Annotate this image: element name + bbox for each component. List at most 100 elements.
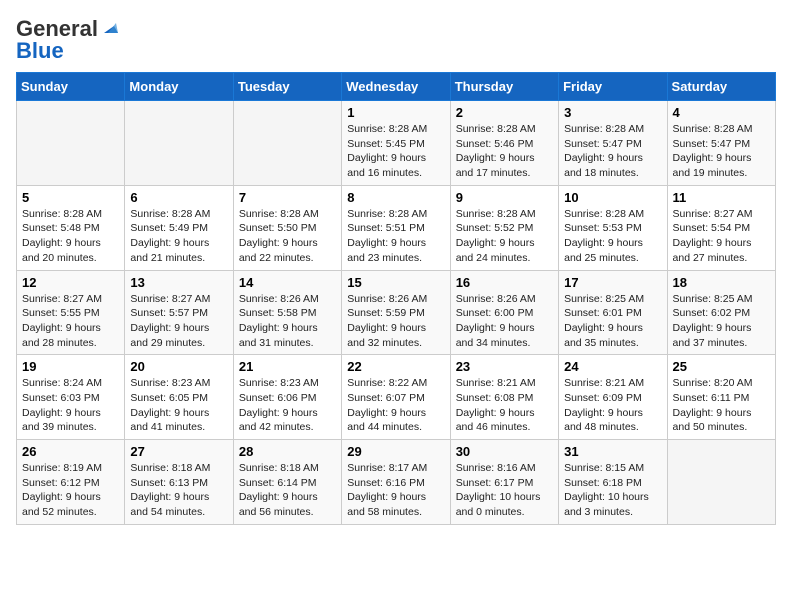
calendar-cell: 30Sunrise: 8:16 AMSunset: 6:17 PMDayligh… bbox=[450, 440, 558, 525]
day-of-week-header: Monday bbox=[125, 73, 233, 101]
day-number: 16 bbox=[456, 275, 553, 290]
calendar-cell bbox=[125, 101, 233, 186]
day-info: Sunrise: 8:28 AMSunset: 5:53 PMDaylight:… bbox=[564, 207, 661, 266]
calendar-cell: 16 Sunrise: 8:26 AMSunset: 6:00 PMDayligh… bbox=[450, 270, 558, 355]
day-info: Sunrise: 8:26 AMSunset: 5:58 PMDaylight:… bbox=[239, 292, 336, 351]
calendar-cell: 22 Sunrise: 8:22 AMSunset: 6:07 PMDayligh… bbox=[342, 355, 450, 440]
day-number: 11 bbox=[673, 190, 770, 205]
day-number: 3 bbox=[564, 105, 661, 120]
day-info: Sunrise: 8:23 AMSunset: 6:06 PMDaylight:… bbox=[239, 376, 336, 435]
calendar-cell: 25Sunrise: 8:20 AMSunset: 6:11 PMDayligh… bbox=[667, 355, 775, 440]
day-info: Sunrise: 8:28 AMSunset: 5:47 PMDaylight:… bbox=[564, 122, 661, 181]
day-info: Sunrise: 8:26 AMSunset: 6:00 PMDaylight:… bbox=[456, 292, 553, 351]
day-number: 7 bbox=[239, 190, 336, 205]
calendar-cell: 10 Sunrise: 8:28 AMSunset: 5:53 PMDayligh… bbox=[559, 185, 667, 270]
day-info: Sunrise: 8:21 AMSunset: 6:08 PMDaylight:… bbox=[456, 376, 553, 435]
day-info: Sunrise: 8:28 AMSunset: 5:48 PMDaylight:… bbox=[22, 207, 119, 266]
day-info: Sunrise: 8:28 AMSunset: 5:50 PMDaylight:… bbox=[239, 207, 336, 266]
day-info: Sunrise: 8:22 AMSunset: 6:07 PMDaylight:… bbox=[347, 376, 444, 435]
day-info: Sunrise: 8:25 AMSunset: 6:01 PMDaylight:… bbox=[564, 292, 661, 351]
calendar-cell: 20 Sunrise: 8:23 AMSunset: 6:05 PMDayligh… bbox=[125, 355, 233, 440]
day-info: Sunrise: 8:28 AMSunset: 5:46 PMDaylight:… bbox=[456, 122, 553, 181]
calendar-cell: 19 Sunrise: 8:24 AMSunset: 6:03 PMDayligh… bbox=[17, 355, 125, 440]
day-of-week-header: Saturday bbox=[667, 73, 775, 101]
day-info: Sunrise: 8:28 AMSunset: 5:49 PMDaylight:… bbox=[130, 207, 227, 266]
day-number: 10 bbox=[564, 190, 661, 205]
calendar-week-row: 1 Sunrise: 8:28 AMSunset: 5:45 PMDaylight… bbox=[17, 101, 776, 186]
day-number: 18 bbox=[673, 275, 770, 290]
day-info: Sunrise: 8:23 AMSunset: 6:05 PMDaylight:… bbox=[130, 376, 227, 435]
day-number: 14 bbox=[239, 275, 336, 290]
calendar-cell: 15 Sunrise: 8:26 AMSunset: 5:59 PMDayligh… bbox=[342, 270, 450, 355]
day-info: Sunrise: 8:28 AMSunset: 5:45 PMDaylight:… bbox=[347, 122, 444, 181]
calendar-cell: 14 Sunrise: 8:26 AMSunset: 5:58 PMDayligh… bbox=[233, 270, 341, 355]
calendar-cell: 13Sunrise: 8:27 AMSunset: 5:57 PMDayligh… bbox=[125, 270, 233, 355]
day-number: 23 bbox=[456, 359, 553, 374]
calendar-cell: 29 Sunrise: 8:17 AMSunset: 6:16 PMDayligh… bbox=[342, 440, 450, 525]
calendar-week-row: 26 Sunrise: 8:19 AMSunset: 6:12 PMDayligh… bbox=[17, 440, 776, 525]
day-info: Sunrise: 8:24 AMSunset: 6:03 PMDaylight:… bbox=[22, 376, 119, 435]
calendar-cell: 17 Sunrise: 8:25 AMSunset: 6:01 PMDayligh… bbox=[559, 270, 667, 355]
calendar-cell: 27 Sunrise: 8:18 AMSunset: 6:13 PMDayligh… bbox=[125, 440, 233, 525]
calendar-header: SundayMondayTuesdayWednesdayThursdayFrid… bbox=[17, 73, 776, 101]
day-number: 2 bbox=[456, 105, 553, 120]
day-number: 5 bbox=[22, 190, 119, 205]
calendar-cell: 7 Sunrise: 8:28 AMSunset: 5:50 PMDaylight… bbox=[233, 185, 341, 270]
day-info: Sunrise: 8:28 AMSunset: 5:52 PMDaylight:… bbox=[456, 207, 553, 266]
calendar-cell bbox=[17, 101, 125, 186]
calendar-cell: 3 Sunrise: 8:28 AMSunset: 5:47 PMDaylight… bbox=[559, 101, 667, 186]
day-info: Sunrise: 8:18 AMSunset: 6:13 PMDaylight:… bbox=[130, 461, 227, 520]
day-info: Sunrise: 8:18 AMSunset: 6:14 PMDaylight:… bbox=[239, 461, 336, 520]
day-info: Sunrise: 8:21 AMSunset: 6:09 PMDaylight:… bbox=[564, 376, 661, 435]
day-info: Sunrise: 8:19 AMSunset: 6:12 PMDaylight:… bbox=[22, 461, 119, 520]
day-info: Sunrise: 8:17 AMSunset: 6:16 PMDaylight:… bbox=[347, 461, 444, 520]
calendar-week-row: 5 Sunrise: 8:28 AMSunset: 5:48 PMDaylight… bbox=[17, 185, 776, 270]
day-number: 29 bbox=[347, 444, 444, 459]
day-number: 21 bbox=[239, 359, 336, 374]
calendar-cell: 6 Sunrise: 8:28 AMSunset: 5:49 PMDaylight… bbox=[125, 185, 233, 270]
calendar-cell: 4 Sunrise: 8:28 AMSunset: 5:47 PMDaylight… bbox=[667, 101, 775, 186]
calendar-cell: 31 Sunrise: 8:15 AMSunset: 6:18 PMDayligh… bbox=[559, 440, 667, 525]
calendar-cell: 8Sunrise: 8:28 AMSunset: 5:51 PMDaylight… bbox=[342, 185, 450, 270]
page-header: General Blue bbox=[16, 16, 776, 64]
logo-blue: Blue bbox=[16, 38, 64, 64]
day-info: Sunrise: 8:26 AMSunset: 5:59 PMDaylight:… bbox=[347, 292, 444, 351]
calendar-cell: 23 Sunrise: 8:21 AMSunset: 6:08 PMDayligh… bbox=[450, 355, 558, 440]
calendar-week-row: 19 Sunrise: 8:24 AMSunset: 6:03 PMDayligh… bbox=[17, 355, 776, 440]
calendar-cell: 12Sunrise: 8:27 AMSunset: 5:55 PMDayligh… bbox=[17, 270, 125, 355]
calendar-cell bbox=[233, 101, 341, 186]
day-of-week-header: Friday bbox=[559, 73, 667, 101]
day-number: 1 bbox=[347, 105, 444, 120]
day-info: Sunrise: 8:15 AMSunset: 6:18 PMDaylight:… bbox=[564, 461, 661, 520]
calendar-cell: 26 Sunrise: 8:19 AMSunset: 6:12 PMDayligh… bbox=[17, 440, 125, 525]
day-info: Sunrise: 8:28 AMSunset: 5:51 PMDaylight:… bbox=[347, 207, 444, 266]
day-info: Sunrise: 8:28 AMSunset: 5:47 PMDaylight:… bbox=[673, 122, 770, 181]
day-info: Sunrise: 8:25 AMSunset: 6:02 PMDaylight:… bbox=[673, 292, 770, 351]
days-header-row: SundayMondayTuesdayWednesdayThursdayFrid… bbox=[17, 73, 776, 101]
day-number: 28 bbox=[239, 444, 336, 459]
day-number: 26 bbox=[22, 444, 119, 459]
calendar-cell: 18 Sunrise: 8:25 AMSunset: 6:02 PMDayligh… bbox=[667, 270, 775, 355]
calendar-cell: 5 Sunrise: 8:28 AMSunset: 5:48 PMDaylight… bbox=[17, 185, 125, 270]
day-info: Sunrise: 8:20 AMSunset: 6:11 PMDaylight:… bbox=[673, 376, 770, 435]
day-number: 20 bbox=[130, 359, 227, 374]
calendar-cell bbox=[667, 440, 775, 525]
day-number: 15 bbox=[347, 275, 444, 290]
day-number: 6 bbox=[130, 190, 227, 205]
day-number: 22 bbox=[347, 359, 444, 374]
day-number: 4 bbox=[673, 105, 770, 120]
day-info: Sunrise: 8:27 AMSunset: 5:57 PMDaylight:… bbox=[130, 292, 227, 351]
day-number: 17 bbox=[564, 275, 661, 290]
calendar-week-row: 12Sunrise: 8:27 AMSunset: 5:55 PMDayligh… bbox=[17, 270, 776, 355]
day-of-week-header: Tuesday bbox=[233, 73, 341, 101]
day-number: 12 bbox=[22, 275, 119, 290]
day-info: Sunrise: 8:27 AMSunset: 5:54 PMDaylight:… bbox=[673, 207, 770, 266]
calendar-cell: 11 Sunrise: 8:27 AMSunset: 5:54 PMDayligh… bbox=[667, 185, 775, 270]
day-of-week-header: Wednesday bbox=[342, 73, 450, 101]
day-number: 31 bbox=[564, 444, 661, 459]
day-number: 27 bbox=[130, 444, 227, 459]
day-of-week-header: Sunday bbox=[17, 73, 125, 101]
day-number: 19 bbox=[22, 359, 119, 374]
calendar-body: 1 Sunrise: 8:28 AMSunset: 5:45 PMDaylight… bbox=[17, 101, 776, 525]
logo-icon bbox=[100, 19, 118, 37]
